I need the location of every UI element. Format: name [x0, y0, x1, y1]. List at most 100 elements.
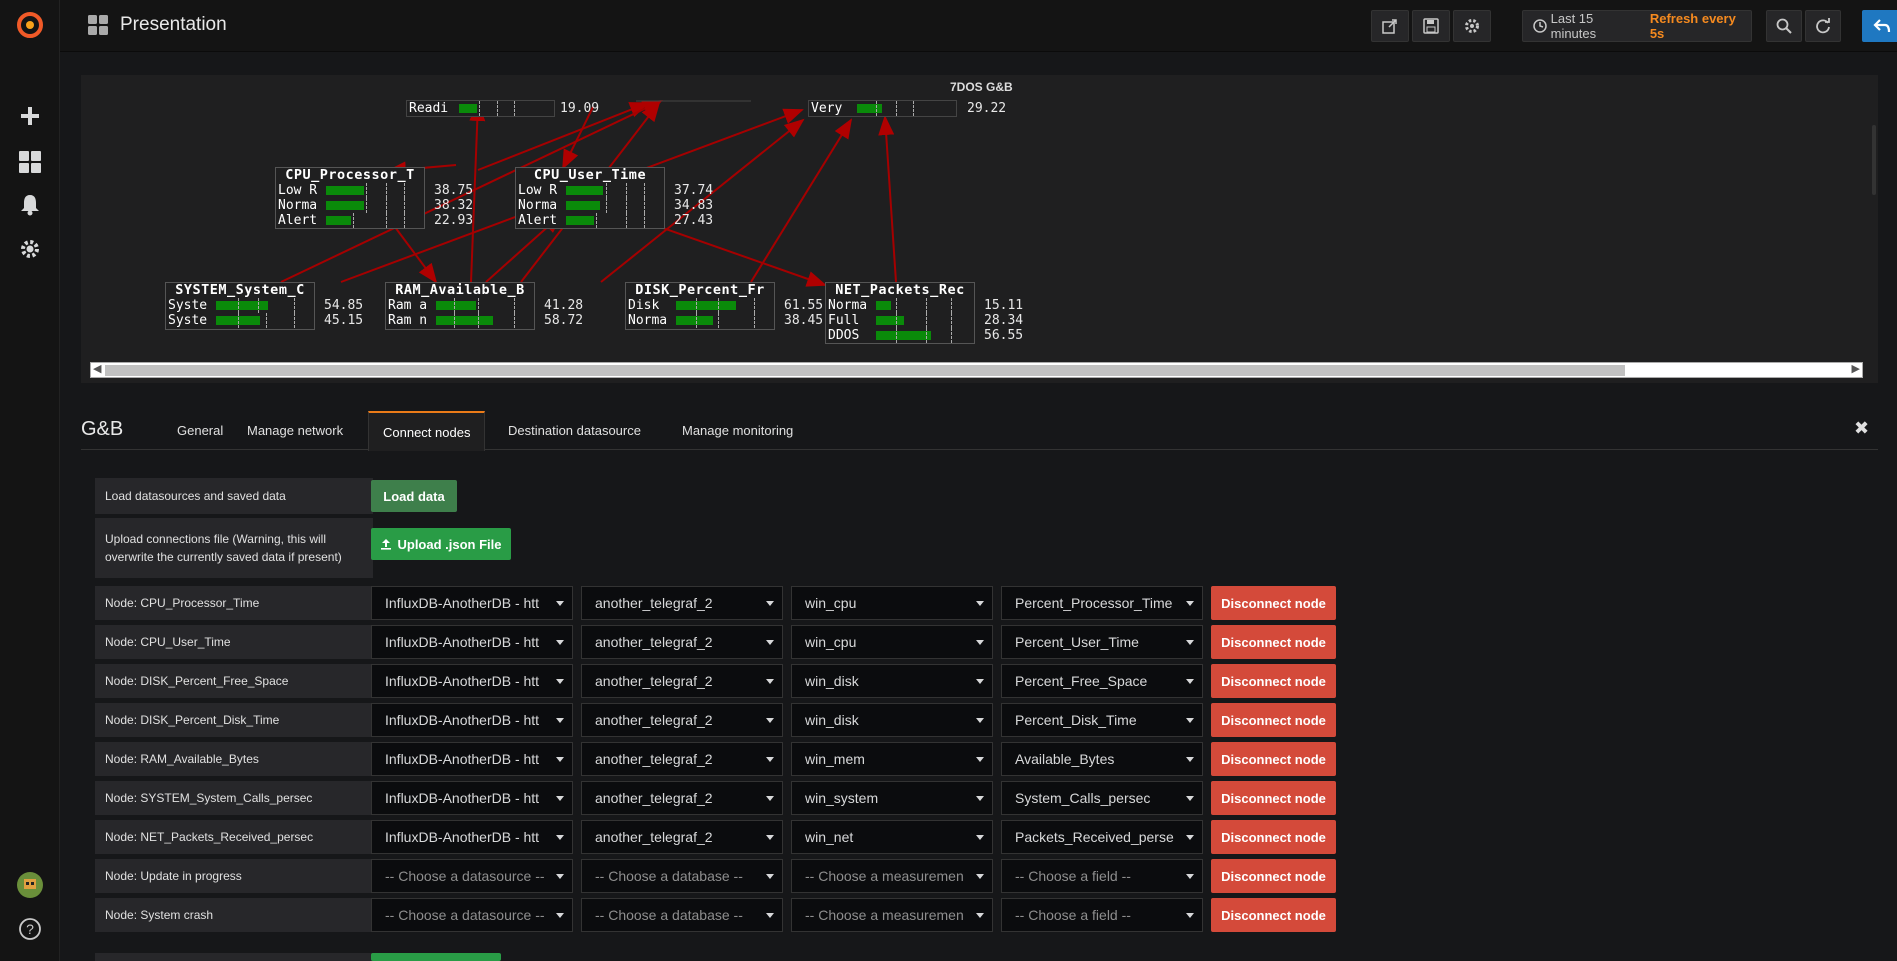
disconnect-node-button[interactable]: Disconnect node — [1211, 781, 1336, 815]
node-label: Node: NET_Packets_Received_persec — [95, 820, 373, 854]
tab-connect-nodes[interactable]: Connect nodes — [368, 411, 486, 451]
load-data-button[interactable]: Load data — [371, 480, 457, 512]
disconnect-node-button[interactable]: Disconnect node — [1211, 664, 1336, 698]
datasource-select[interactable]: InfluxDB-AnotherDB - htt — [371, 742, 573, 776]
disconnect-node-button[interactable]: Disconnect node — [1211, 898, 1336, 932]
vertical-scrollbar[interactable] — [1872, 125, 1876, 195]
measurement-select[interactable]: win_disk — [791, 703, 993, 737]
select-value: win_cpu — [805, 595, 857, 611]
graph-node-system[interactable]: SYSTEM_System_C Syste 54.85 Syste 45.15 — [165, 282, 363, 330]
zoom-out-button[interactable] — [1766, 10, 1802, 42]
dashboard-title[interactable]: Presentation — [120, 14, 227, 36]
gear-icon[interactable] — [15, 234, 45, 264]
graph-node-ram[interactable]: RAM_Available_B Ram a 41.28 Ram n 58.72 — [385, 282, 583, 330]
node-row-value: 27.43 — [674, 213, 714, 228]
graph-node-very[interactable]: Very 29.22 — [808, 100, 1006, 117]
tab-general[interactable]: General — [163, 411, 237, 451]
node-label: Node: RAM_Available_Bytes — [95, 742, 373, 776]
close-icon[interactable]: ✖ — [1854, 418, 1869, 439]
graph-node-cpu-processor[interactable]: CPU_Processor_T Low R 38.75 Norma 38.32 Al… — [275, 167, 473, 229]
refresh-button[interactable] — [1805, 10, 1841, 42]
field-select[interactable]: -- Choose a field -- — [1001, 898, 1203, 932]
measurement-select[interactable]: win_disk — [791, 664, 993, 698]
datasource-select[interactable]: InfluxDB-AnotherDB - htt — [371, 625, 573, 659]
datasource-select[interactable]: InfluxDB-AnotherDB - htt — [371, 781, 573, 815]
database-select[interactable]: another_telegraf_2 — [581, 586, 783, 620]
scrollbar-thumb[interactable] — [105, 365, 1625, 376]
graph-node-net[interactable]: NET_Packets_Rec Norma 15.11 Full 28.34 DDO… — [825, 282, 1023, 344]
datasource-select[interactable]: -- Choose a datasource -- — [371, 859, 573, 893]
graph-node-disk[interactable]: DISK_Percent_Fr Disk 61.55 Norma 38.45 — [625, 282, 823, 330]
dashboards-icon[interactable] — [15, 147, 45, 177]
node-row-value: 38.45 — [784, 313, 824, 328]
datasource-select[interactable]: InfluxDB-AnotherDB - htt — [371, 703, 573, 737]
disconnect-node-button[interactable]: Disconnect node — [1211, 586, 1336, 620]
zoom-out-icon — [1776, 18, 1792, 34]
disconnect-node-button[interactable]: Disconnect node — [1211, 820, 1336, 854]
bell-icon[interactable] — [15, 190, 45, 220]
upload-json-button[interactable]: Upload .json File — [371, 528, 511, 560]
datasource-select[interactable]: InfluxDB-AnotherDB - htt — [371, 820, 573, 854]
measurement-select[interactable]: -- Choose a measuremen — [791, 859, 993, 893]
node-row-value: 58.72 — [544, 313, 584, 328]
measurement-select[interactable]: win_cpu — [791, 625, 993, 659]
database-select[interactable]: another_telegraf_2 — [581, 625, 783, 659]
node-row-label: Norma — [518, 198, 558, 213]
tabs-bar: General Manage network Connect nodes Des… — [81, 408, 1878, 451]
node-row: Low R 38.75 — [276, 183, 473, 198]
save-button[interactable] — [1412, 10, 1450, 42]
avatar[interactable] — [15, 870, 45, 900]
settings-button[interactable] — [1453, 10, 1491, 42]
datasource-select[interactable]: InfluxDB-AnotherDB - htt — [371, 664, 573, 698]
field-select[interactable]: Percent_User_Time — [1001, 625, 1203, 659]
database-select[interactable]: another_telegraf_2 — [581, 781, 783, 815]
node-tick — [754, 313, 755, 328]
back-button[interactable] — [1862, 10, 1897, 42]
dashboard-picker[interactable]: Presentation — [88, 14, 227, 36]
node-tick — [626, 183, 627, 198]
measurement-select[interactable]: -- Choose a measuremen — [791, 898, 993, 932]
share-button[interactable] — [1371, 10, 1409, 42]
help-icon[interactable]: ? — [15, 914, 45, 944]
scroll-left-arrow-icon[interactable]: ◀ — [93, 362, 101, 375]
node-tick — [238, 313, 239, 328]
database-select[interactable]: -- Choose a database -- — [581, 859, 783, 893]
database-select[interactable]: another_telegraf_2 — [581, 820, 783, 854]
time-picker-button[interactable]: Last 15 minutes Refresh every 5s — [1522, 10, 1752, 42]
tab-manage-monitoring[interactable]: Manage monitoring — [668, 411, 807, 451]
tab-manage-network[interactable]: Manage network — [233, 411, 357, 451]
field-select[interactable]: Packets_Received_perse — [1001, 820, 1203, 854]
database-select[interactable]: -- Choose a database -- — [581, 898, 783, 932]
share-icon — [1382, 19, 1397, 34]
datasource-select[interactable]: InfluxDB-AnotherDB - htt — [371, 586, 573, 620]
node-tick — [951, 298, 952, 313]
field-select[interactable]: Percent_Free_Space — [1001, 664, 1203, 698]
disconnect-node-button[interactable]: Disconnect node — [1211, 742, 1336, 776]
database-select[interactable]: another_telegraf_2 — [581, 703, 783, 737]
field-select[interactable]: Available_Bytes — [1001, 742, 1203, 776]
plus-icon[interactable] — [15, 101, 45, 131]
measurement-select[interactable]: win_net — [791, 820, 993, 854]
grafana-logo-icon[interactable] — [15, 10, 45, 40]
node-tick — [754, 298, 755, 313]
datasource-select[interactable]: -- Choose a datasource -- — [371, 898, 573, 932]
graph-node-cpu-user[interactable]: CPU_User_Time Low R 37.74 Norma 34.83 Aler… — [515, 167, 713, 229]
scroll-right-arrow-icon[interactable]: ▶ — [1852, 362, 1860, 375]
disconnect-node-button[interactable]: Disconnect node — [1211, 859, 1336, 893]
measurement-select[interactable]: win_cpu — [791, 586, 993, 620]
measurement-select[interactable]: win_system — [791, 781, 993, 815]
disconnect-node-button[interactable]: Disconnect node — [1211, 625, 1336, 659]
tab-destination-datasource[interactable]: Destination datasource — [494, 411, 655, 451]
field-select[interactable]: Percent_Disk_Time — [1001, 703, 1203, 737]
field-select[interactable]: System_Calls_persec — [1001, 781, 1203, 815]
database-select[interactable]: another_telegraf_2 — [581, 742, 783, 776]
measurement-select[interactable]: win_mem — [791, 742, 993, 776]
field-select[interactable]: Percent_Processor_Time — [1001, 586, 1203, 620]
database-select[interactable]: another_telegraf_2 — [581, 664, 783, 698]
horizontal-scrollbar[interactable]: ◀ ▶ — [90, 362, 1863, 378]
caret-down-icon — [556, 601, 564, 606]
field-select[interactable]: -- Choose a field -- — [1001, 859, 1203, 893]
list-footer-button[interactable] — [371, 953, 501, 961]
disconnect-node-button[interactable]: Disconnect node — [1211, 703, 1336, 737]
graph-node-readi[interactable]: Readi 19.09 — [406, 100, 599, 117]
